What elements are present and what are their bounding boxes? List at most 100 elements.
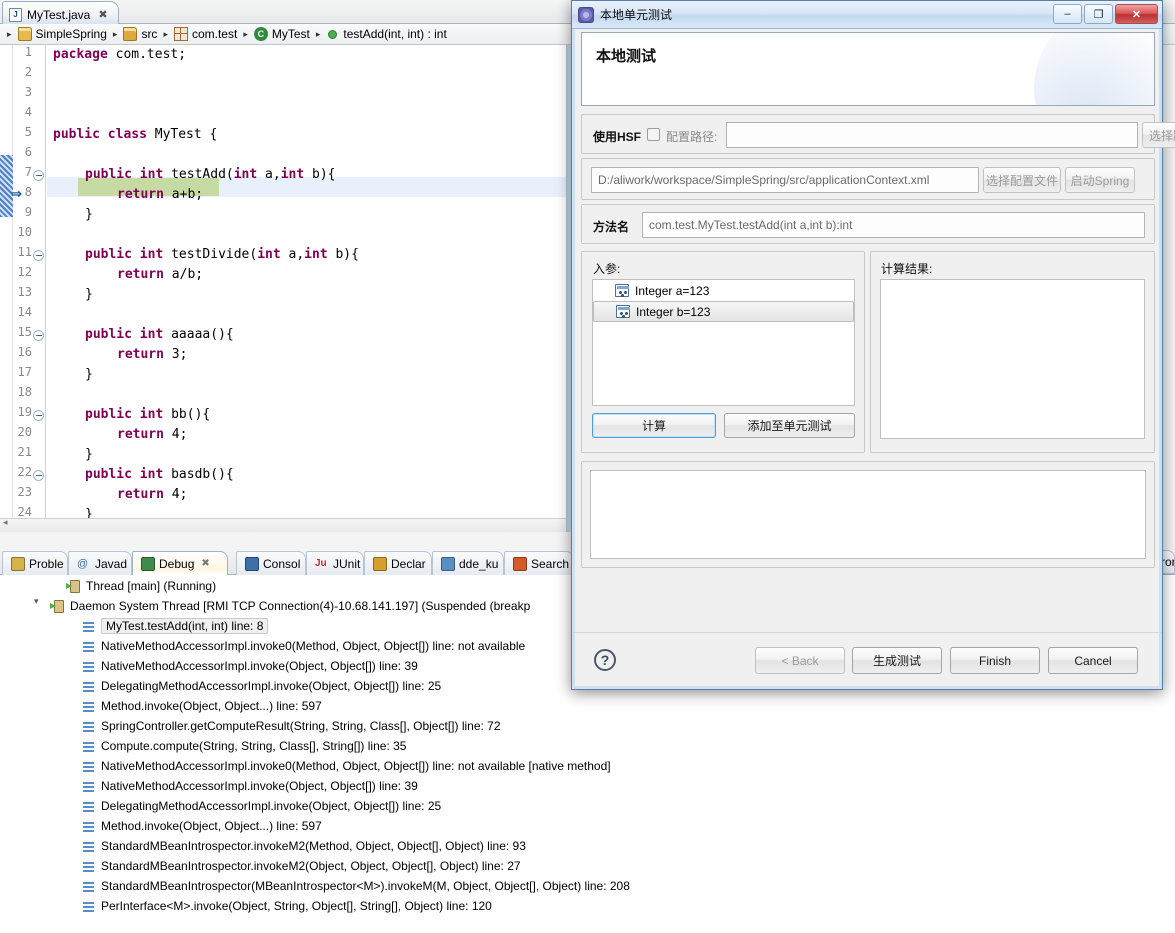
fold-toggle-icon[interactable] (33, 250, 44, 261)
compute-button[interactable]: 计算 (592, 413, 716, 438)
debug-tree-row[interactable]: Method.invoke(Object, Object...) line: 5… (66, 696, 322, 716)
spring-context-path-input[interactable]: D:/aliwork/workspace/SimpleSpring/src/ap… (591, 167, 979, 193)
code-editor[interactable]: 12345678⇒9101112131415161718192021222324… (0, 45, 571, 532)
breadcrumb-item-com-test[interactable]: com.test (172, 27, 239, 41)
code-token: } (85, 207, 93, 222)
back-button[interactable]: < Back (755, 647, 845, 674)
fold-toggle-icon[interactable] (33, 330, 44, 341)
use-hsf-checkbox[interactable] (647, 128, 660, 141)
params-list[interactable]: Integer a=123 Integer b=123 (592, 279, 855, 406)
debug-tree-row[interactable]: PerInterface<M>.invoke(Object, String, O… (66, 896, 492, 916)
debug-tree-row[interactable]: NativeMethodAccessorImpl.invoke0(Method,… (66, 636, 525, 656)
debug-tree-row[interactable]: StandardMBeanIntrospector.invokeM2(Metho… (66, 836, 526, 856)
chevron-down-icon[interactable] (34, 601, 44, 611)
method-name-input[interactable]: com.test.MyTest.testAdd(int a,int b):int (642, 212, 1145, 238)
fold-toggle-icon[interactable] (33, 410, 44, 421)
tab-proble[interactable]: Proble (2, 551, 68, 575)
line-number: 11 (18, 245, 32, 259)
code-text[interactable]: package com.test;public class MyTest {pu… (47, 45, 571, 532)
frame-icon (82, 820, 95, 833)
debug-tree-row[interactable]: StandardMBeanIntrospector.invokeM2(Objec… (66, 856, 521, 876)
help-icon[interactable]: ? (594, 649, 616, 671)
editor-horizontal-scrollbar[interactable] (0, 518, 571, 532)
tab-label: JUnit (333, 557, 360, 571)
code-line: public class MyTest { (53, 125, 217, 145)
debug-current-instruction-icon: ⇒ (11, 186, 22, 202)
result-output[interactable] (880, 279, 1145, 439)
tab-consol[interactable]: Consol (236, 551, 306, 575)
param-list-item[interactable]: Integer a=123 (593, 280, 854, 301)
breadcrumb-item-simplespring[interactable]: SimpleSpring (16, 27, 109, 41)
generate-test-button[interactable]: 生成测试 (852, 647, 942, 674)
log-group (581, 461, 1155, 568)
code-token: com.test; (108, 47, 186, 62)
debug-tree-row[interactable]: NativeMethodAccessorImpl.invoke(Object, … (66, 656, 418, 676)
debug-tree-row[interactable]: Thread [main] (Running) (50, 576, 216, 596)
use-hsf-label: 使用HSF (593, 128, 641, 145)
tab-javad[interactable]: @Javad (68, 551, 132, 575)
tab-label: Javad (95, 557, 127, 571)
debug-tree-row[interactable]: Compute.compute(String, String, Class[],… (66, 736, 406, 756)
frame-icon (82, 640, 95, 653)
add-to-unittest-button[interactable]: 添加至单元测试 (724, 413, 855, 438)
debug-tree-row-label: StandardMBeanIntrospector.invokeM2(Metho… (101, 839, 526, 853)
tab-declar[interactable]: Declar (364, 551, 432, 575)
code-line: return a+b; (53, 185, 203, 205)
debug-tree-row-label: NativeMethodAccessorImpl.invoke0(Method,… (101, 759, 611, 773)
tab-dde-ku[interactable]: dde_ku (432, 551, 504, 575)
fold-toggle-icon[interactable] (33, 170, 44, 181)
line-number: 1 (25, 45, 32, 59)
param-list-item-label: Integer b=123 (636, 305, 710, 319)
code-token: bb(){ (163, 407, 210, 422)
code-token: b){ (304, 167, 335, 182)
fold-toggle-icon[interactable] (33, 470, 44, 481)
annotation-ruler[interactable] (0, 45, 13, 532)
breadcrumb-item-mytest[interactable]: CMyTest (252, 27, 312, 41)
params-title: 入参: (593, 260, 620, 277)
tab-debug[interactable]: Debug✖ (132, 551, 228, 575)
maximize-button[interactable]: ❐ (1084, 4, 1113, 24)
debug-tree-row[interactable]: DelegatingMethodAccessorImpl.invoke(Obje… (66, 796, 441, 816)
tab-search[interactable]: Search (504, 551, 574, 575)
debug-tree-row[interactable]: StandardMBeanIntrospector(MBeanIntrospec… (66, 876, 630, 896)
edge-tab-label: ror (1161, 555, 1175, 569)
editor-tab-mytest-java[interactable]: J MyTest.java ✖ (2, 1, 119, 24)
config-path-input[interactable] (726, 122, 1138, 148)
debug-tree-row-label: Thread [main] (Running) (86, 579, 216, 593)
choose-config-file-button[interactable]: 选择配置文件 (983, 167, 1061, 193)
cancel-button[interactable]: Cancel (1048, 647, 1138, 674)
debug-tree-row[interactable]: SpringController.getComputeResult(String… (66, 716, 501, 736)
start-spring-button[interactable]: 启动Spring (1065, 167, 1135, 193)
choose-path-button[interactable]: 选择路径 (1142, 122, 1175, 148)
code-token: b){ (328, 247, 359, 262)
minimize-button[interactable]: – (1053, 4, 1082, 24)
code-line: public int testDivide(int a,int b){ (53, 245, 359, 265)
finish-button[interactable]: Finish (950, 647, 1040, 674)
method-name-label: 方法名 (593, 218, 629, 235)
debug-tree-row[interactable]: DelegatingMethodAccessorImpl.invoke(Obje… (66, 676, 441, 696)
frame-icon (82, 800, 95, 813)
close-button[interactable]: ✕ (1115, 4, 1158, 24)
line-number: 22 (18, 465, 32, 479)
dialog-title-bar[interactable]: 本地单元测试 – ❐ ✕ (572, 1, 1162, 29)
code-line: public int basdb(){ (53, 465, 234, 485)
debug-tree-row[interactable]: MyTest.testAdd(int, int) line: 8 (66, 616, 268, 636)
debug-tree-row[interactable]: Method.invoke(Object, Object...) line: 5… (66, 816, 322, 836)
tab-label: dde_ku (459, 557, 498, 571)
breadcrumb-item-testadd-int-int-int[interactable]: testAdd(int, int) : int (324, 27, 448, 41)
line-number: 20 (18, 425, 32, 439)
source-folder-icon (123, 27, 137, 41)
close-icon[interactable]: ✖ (201, 558, 209, 569)
local-unit-test-dialog[interactable]: 本地单元测试 – ❐ ✕ 本地测试 使用HSF 配置路径: 选择路径 D:/al… (571, 0, 1163, 690)
tab-junit[interactable]: JuJUnit (306, 551, 364, 575)
debug-tree-row[interactable]: NativeMethodAccessorImpl.invoke0(Method,… (66, 756, 611, 776)
param-list-item[interactable]: Integer b=123 (593, 301, 854, 322)
breadcrumb-item-src[interactable]: src (121, 27, 159, 41)
debug-tree-row[interactable]: Daemon System Thread [RMI TCP Connection… (34, 596, 530, 616)
params-group: 入参: Integer a=123 Integer b=123 计算 添加至单元测… (581, 251, 865, 453)
log-output[interactable] (590, 470, 1146, 559)
frame-icon (82, 620, 95, 633)
breadcrumb-item-label: MyTest (272, 27, 310, 41)
close-icon[interactable]: ✖ (98, 8, 107, 21)
debug-tree-row[interactable]: NativeMethodAccessorImpl.invoke(Object, … (66, 776, 418, 796)
